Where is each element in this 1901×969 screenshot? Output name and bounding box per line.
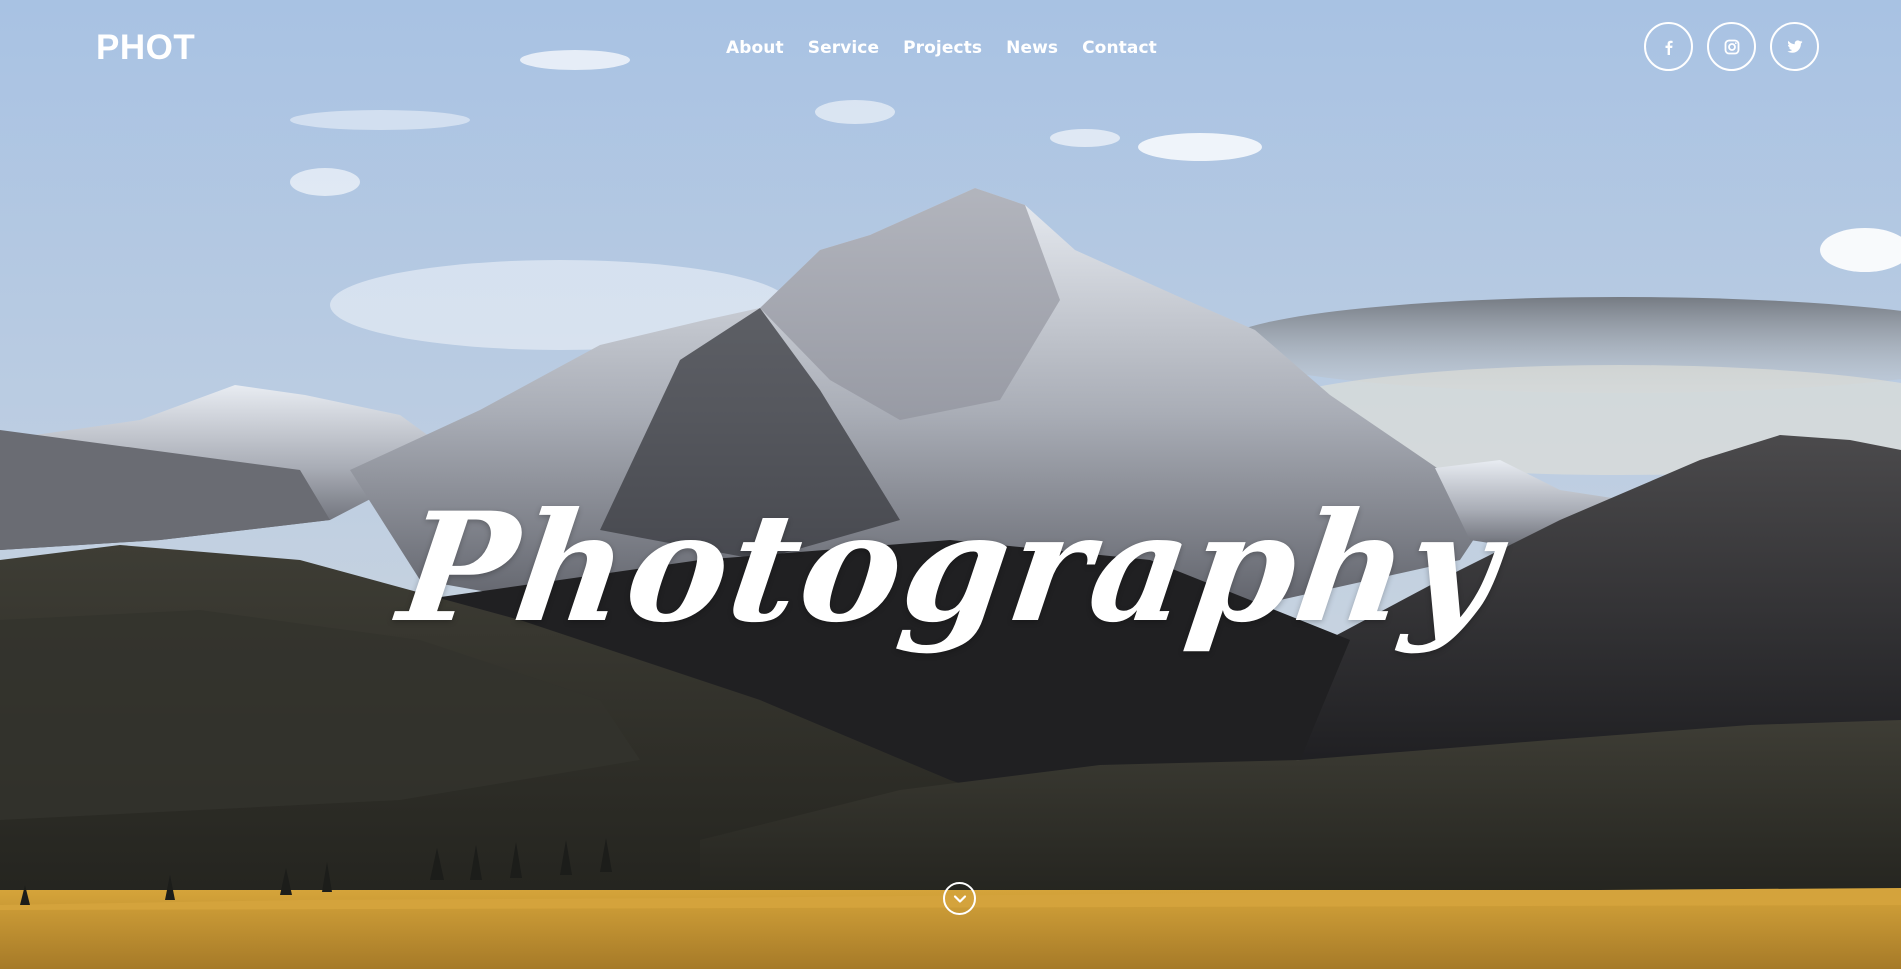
facebook-icon (1665, 40, 1673, 55)
nav-link-contact[interactable]: Contact (1082, 38, 1157, 58)
chevron-down-icon (953, 894, 966, 903)
site-header: PHOT About Service Projects News Contact (0, 0, 1901, 100)
instagram-button[interactable] (1707, 22, 1756, 71)
site-logo[interactable]: PHOT (96, 28, 195, 68)
scroll-down-button[interactable] (943, 882, 976, 915)
hero-title: Photography (390, 479, 1511, 656)
facebook-button[interactable] (1644, 22, 1693, 71)
instagram-icon (1724, 39, 1739, 54)
social-links (1644, 22, 1833, 71)
main-nav: About Service Projects News Contact (726, 38, 1181, 58)
twitter-button[interactable] (1770, 22, 1819, 71)
hero-section: PHOT About Service Projects News Contact (0, 0, 1901, 969)
twitter-icon (1786, 39, 1802, 53)
nav-link-service[interactable]: Service (808, 38, 879, 58)
nav-link-about[interactable]: About (726, 38, 784, 58)
nav-link-projects[interactable]: Projects (903, 38, 982, 58)
nav-link-news[interactable]: News (1006, 38, 1058, 58)
